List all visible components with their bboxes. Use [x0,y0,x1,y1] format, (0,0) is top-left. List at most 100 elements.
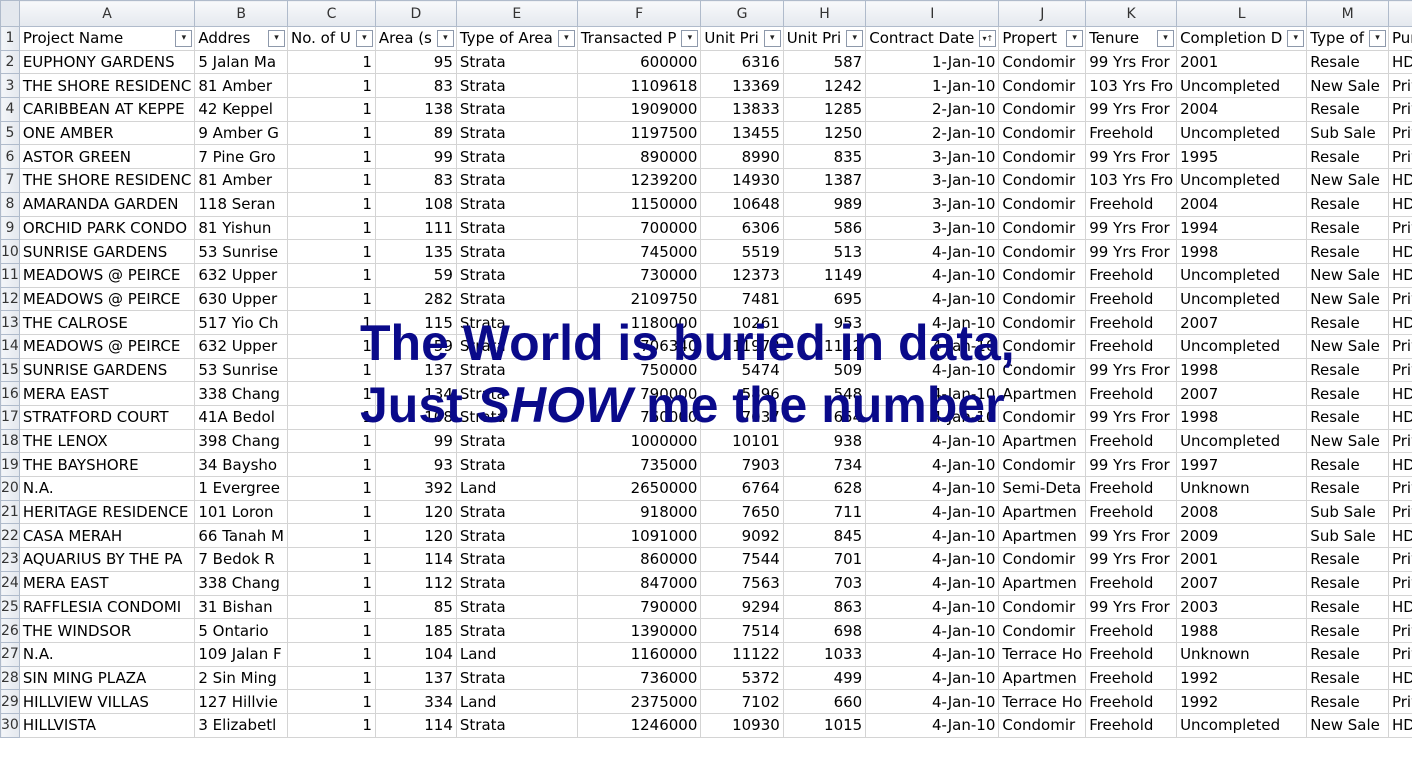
cell[interactable]: 1149 [782,262,867,288]
cell[interactable]: 4-Jan-10 [865,547,1000,572]
cell[interactable]: Resale [1306,689,1389,714]
cell[interactable]: 81 Amber [194,73,289,99]
select-all-corner[interactable] [0,0,20,27]
cell[interactable]: Freehold [1085,262,1178,288]
cell[interactable]: 1246000 [576,712,702,738]
column-header-a[interactable]: A [18,0,196,27]
cell[interactable]: 135 [374,239,457,264]
cell[interactable]: Private [1387,618,1412,643]
cell[interactable]: 918000 [576,499,702,525]
cell[interactable]: Private [1387,120,1412,146]
cell[interactable]: 1 [287,239,376,264]
cell[interactable]: 1015 [782,712,867,738]
cell[interactable]: 2-Jan-10 [865,120,1000,146]
cell[interactable]: 6316 [700,49,784,75]
header-cell[interactable]: Type of Area ▾ [455,26,578,51]
cell[interactable]: 85 [374,594,457,620]
cell[interactable]: 711 [782,499,867,525]
cell[interactable]: 10101 [700,428,784,454]
cell[interactable]: 790000 [576,594,702,620]
cell[interactable]: Condomir [998,144,1087,170]
cell[interactable]: HDB [1387,168,1412,193]
cell[interactable]: Freehold [1085,712,1178,738]
cell[interactable]: Resale [1306,594,1389,620]
row-number[interactable]: 3 [0,73,20,99]
cell[interactable]: 93 [374,452,457,478]
cell[interactable]: Strata [455,310,578,335]
cell[interactable]: 1 [287,168,376,193]
cell[interactable]: 5372 [700,665,784,691]
cell[interactable]: 1992 [1176,665,1308,691]
cell[interactable]: Freehold [1085,310,1178,335]
cell[interactable]: 745000 [576,239,702,264]
cell[interactable]: 59 [374,262,457,288]
cell[interactable]: Condomir [998,215,1087,241]
cell[interactable]: Strata [455,523,578,549]
cell[interactable]: 3-Jan-10 [865,144,1000,170]
cell[interactable]: Condomir [998,452,1087,478]
cell[interactable]: 1 [287,665,376,691]
cell[interactable]: 1 [287,452,376,478]
cell[interactable]: Private [1387,215,1412,241]
cell[interactable]: 109 Jalan F [194,641,289,667]
cell[interactable]: 81 Yishun [194,215,289,241]
cell[interactable]: 334 [374,689,457,714]
cell[interactable]: 4-Jan-10 [865,499,1000,525]
cell[interactable]: 66 Tanah M [194,523,289,549]
header-cell[interactable]: Purchas▾ [1387,26,1412,51]
cell[interactable]: 99 Yrs Fror [1085,215,1178,241]
cell[interactable]: Uncompleted [1176,168,1308,193]
cell[interactable]: 104 [374,641,457,667]
cell[interactable]: 730000 [576,262,702,288]
cell[interactable]: 1150000 [576,191,702,217]
cell[interactable]: 14930 [700,168,784,193]
cell[interactable]: Uncompleted [1176,286,1308,312]
cell[interactable]: HDB [1387,49,1412,75]
cell[interactable]: HDB [1387,712,1412,738]
row-number[interactable]: 19 [0,452,20,478]
cell[interactable]: 10930 [700,712,784,738]
cell[interactable]: 115 [374,310,457,335]
cell[interactable]: Resale [1306,97,1389,122]
cell[interactable]: Resale [1306,191,1389,217]
cell[interactable]: 112 [374,570,457,596]
cell[interactable]: 1180000 [576,310,702,335]
cell[interactable]: 2009 [1176,523,1308,549]
cell[interactable]: 4-Jan-10 [865,428,1000,454]
row-number[interactable]: 28 [0,665,20,691]
cell[interactable]: 845 [782,523,867,549]
header-cell[interactable]: Project Name ▾ [18,26,196,51]
cell[interactable]: 392 [374,476,457,501]
cell[interactable]: Freehold [1085,428,1178,454]
cell[interactable]: 7650 [700,499,784,525]
cell[interactable]: 1091000 [576,523,702,549]
header-cell[interactable]: Transacted P ▾ [576,26,702,51]
cell[interactable]: 734 [782,452,867,478]
cell[interactable]: 9 Amber G [194,120,289,146]
cell[interactable]: Strata [455,712,578,738]
cell[interactable]: 760000 [576,405,702,430]
filter-dropdown-icon[interactable]: ▾ [355,30,373,47]
cell[interactable]: 701 [782,547,867,572]
cell[interactable]: 1285 [782,97,867,122]
cell[interactable]: Resale [1306,452,1389,478]
cell[interactable]: Strata [455,168,578,193]
cell[interactable]: Resale [1306,144,1389,170]
cell[interactable]: 111 [374,215,457,241]
cell[interactable]: 1 [287,286,376,312]
cell[interactable]: 4-Jan-10 [865,381,1000,406]
cell[interactable]: 9294 [700,594,784,620]
cell[interactable]: Freehold [1085,641,1178,667]
cell[interactable]: New Sale [1306,262,1389,288]
row-number[interactable]: 1 [0,26,20,51]
cell[interactable]: Terrace Ho [998,641,1087,667]
cell[interactable]: Strata [455,120,578,146]
cell[interactable]: 509 [782,357,867,383]
cell[interactable]: STRATFORD COURT [18,405,196,430]
cell[interactable]: MERA EAST [18,381,196,406]
cell[interactable]: 2004 [1176,191,1308,217]
cell[interactable]: Freehold [1085,381,1178,406]
spreadsheet-grid[interactable]: ABCDEFGHIJKLMN 1Project Name▾Addres▾No. … [0,0,1412,738]
cell[interactable]: New Sale [1306,168,1389,193]
cell[interactable]: 13455 [700,120,784,146]
